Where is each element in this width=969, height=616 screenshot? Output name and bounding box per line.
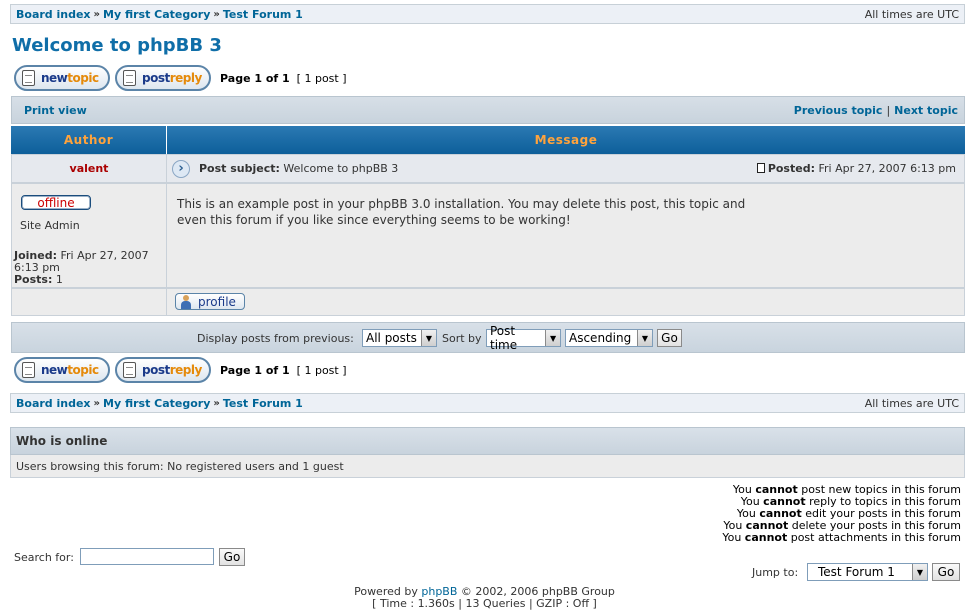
breadcrumb-board-index[interactable]: Board index: [16, 397, 91, 410]
document-icon: [123, 70, 136, 86]
timezone-label: All times are UTC: [864, 396, 959, 410]
post-subject-label: Post subject:: [199, 162, 280, 175]
breadcrumb-separator: »: [213, 397, 220, 409]
offline-status-badge: offline: [21, 195, 91, 210]
print-view-link[interactable]: Print view: [24, 104, 87, 117]
jump-to-label: Jump to:: [752, 566, 799, 579]
bottom-breadcrumb-bar: Board index » My first Category » Test F…: [10, 393, 965, 413]
jump-to-select[interactable]: Test Forum 1 ▼: [807, 563, 928, 581]
new-topic-button[interactable]: newtopic: [14, 65, 110, 91]
profile-row-spacer: [11, 288, 167, 316]
new-topic-label-part2: topic: [67, 71, 99, 85]
new-topic-label-part1: new: [41, 71, 68, 85]
forum-permissions: You cannot post new topics in this forum…: [722, 484, 961, 544]
dropdown-arrow-icon: ▼: [545, 330, 560, 346]
pagination-top: Page 1 of 1 [ 1 post ]: [220, 72, 347, 85]
breadcrumb-category[interactable]: My first Category: [103, 397, 210, 410]
page-stats: [ Time : 1.360s | 13 Queries | GZIP : Of…: [372, 597, 597, 610]
jump-to-value: Test Forum 1: [818, 565, 895, 579]
next-topic-link[interactable]: Next topic: [894, 104, 958, 117]
post-file-icon: [756, 163, 765, 173]
dropdown-arrow-icon: ▼: [421, 330, 436, 346]
posts-label: Posts:: [14, 273, 53, 286]
timezone-label: All times are UTC: [864, 7, 959, 21]
topic-nav-bar: Print view Previous topic | Next topic: [11, 96, 965, 124]
page-label: Page 1 of 1: [220, 72, 290, 85]
joined-value: Fri Apr 27, 2007: [60, 249, 149, 262]
post-author-cell: valent: [11, 154, 167, 183]
breadcrumb-separator: »: [213, 8, 220, 20]
breadcrumb: Board index » My first Category » Test F…: [16, 8, 303, 21]
post-reply-button-bottom[interactable]: postreply: [115, 357, 211, 383]
sort-go-button[interactable]: Go: [657, 329, 682, 347]
search-label: Search for:: [14, 551, 74, 564]
display-posts-label: Display posts from previous:: [197, 332, 354, 345]
author-column-header: Author: [11, 126, 166, 154]
sort-by-value: Post time: [490, 324, 518, 352]
dropdown-arrow-icon: ▼: [912, 564, 927, 580]
pagination-bottom: Page 1 of 1 [ 1 post ]: [220, 364, 347, 377]
posts-value: 1: [55, 273, 63, 286]
document-icon: [22, 70, 35, 86]
post-reply-label-part2: reply: [169, 71, 203, 85]
top-breadcrumb-bar: Board index » My first Category » Test F…: [10, 4, 965, 24]
breadcrumb-forum[interactable]: Test Forum 1: [223, 8, 303, 21]
who-is-online-header: Who is online: [10, 427, 965, 455]
post-subject: Welcome to phpBB 3: [283, 162, 399, 175]
jump-go-button[interactable]: Go: [932, 563, 960, 581]
post-reply-label-part2: reply: [169, 363, 203, 377]
new-topic-label-part1: new: [41, 363, 68, 377]
search-go-button[interactable]: Go: [219, 548, 245, 566]
sort-order-select[interactable]: Ascending ▼: [565, 329, 653, 347]
previous-topic-link[interactable]: Previous topic: [794, 104, 883, 117]
author-stats: Joined: Fri Apr 27, 2007 6:13 pm Posts: …: [14, 250, 149, 286]
document-icon: [123, 362, 136, 378]
post-count: [ 1 post ]: [296, 364, 347, 377]
document-icon: [22, 362, 35, 378]
nav-divider: |: [886, 103, 891, 117]
post-body-line-2: even this forum if you like since everyt…: [177, 213, 571, 227]
sort-by-label: Sort by: [442, 332, 482, 345]
post-subject-row: › Post subject: Welcome to phpBB 3 Poste…: [166, 154, 965, 183]
post-arrow-icon[interactable]: ›: [172, 159, 190, 178]
profile-button-label: profile: [198, 294, 236, 309]
post-body-line-1: This is an example post in your phpBB 3.…: [177, 197, 746, 211]
post-count: [ 1 post ]: [296, 72, 347, 85]
new-topic-button-bottom[interactable]: newtopic: [14, 357, 110, 383]
sort-by-select[interactable]: Post time ▼: [486, 324, 561, 352]
breadcrumb-category[interactable]: My first Category: [103, 8, 210, 21]
breadcrumb: Board index » My first Category » Test F…: [16, 397, 303, 410]
post-reply-button[interactable]: postreply: [115, 65, 211, 91]
breadcrumb-separator: »: [93, 8, 100, 20]
post-content: This is an example post in your phpBB 3.…: [166, 183, 965, 288]
page-title[interactable]: Welcome to phpBB 3: [12, 35, 222, 56]
message-column-header: Message: [167, 126, 965, 154]
new-topic-label-part2: topic: [67, 363, 99, 377]
who-is-online-text: Users browsing this forum: No registered…: [10, 455, 965, 478]
post-reply-label-part1: post: [142, 71, 170, 85]
breadcrumb-separator: »: [93, 397, 100, 409]
dropdown-arrow-icon: ▼: [637, 330, 652, 346]
display-posts-select[interactable]: All posts ▼: [362, 329, 437, 347]
person-icon: [179, 294, 193, 309]
search-input[interactable]: [80, 548, 214, 565]
permission-line: You cannot post attachments in this foru…: [722, 531, 961, 544]
profile-button[interactable]: profile: [175, 293, 245, 310]
posted-label: Posted:: [767, 162, 815, 175]
display-posts-value: All posts: [366, 331, 417, 345]
breadcrumb-forum[interactable]: Test Forum 1: [223, 397, 303, 410]
posted-date: Fri Apr 27, 2007 6:13 pm: [818, 162, 956, 175]
post-reply-label-part1: post: [142, 363, 170, 377]
page-label: Page 1 of 1: [220, 364, 290, 377]
profile-row: [166, 288, 965, 316]
author-rank: Site Admin: [20, 219, 80, 232]
sort-order-value: Ascending: [569, 331, 632, 345]
breadcrumb-board-index[interactable]: Board index: [16, 8, 91, 21]
post-author-name[interactable]: valent: [70, 162, 109, 175]
